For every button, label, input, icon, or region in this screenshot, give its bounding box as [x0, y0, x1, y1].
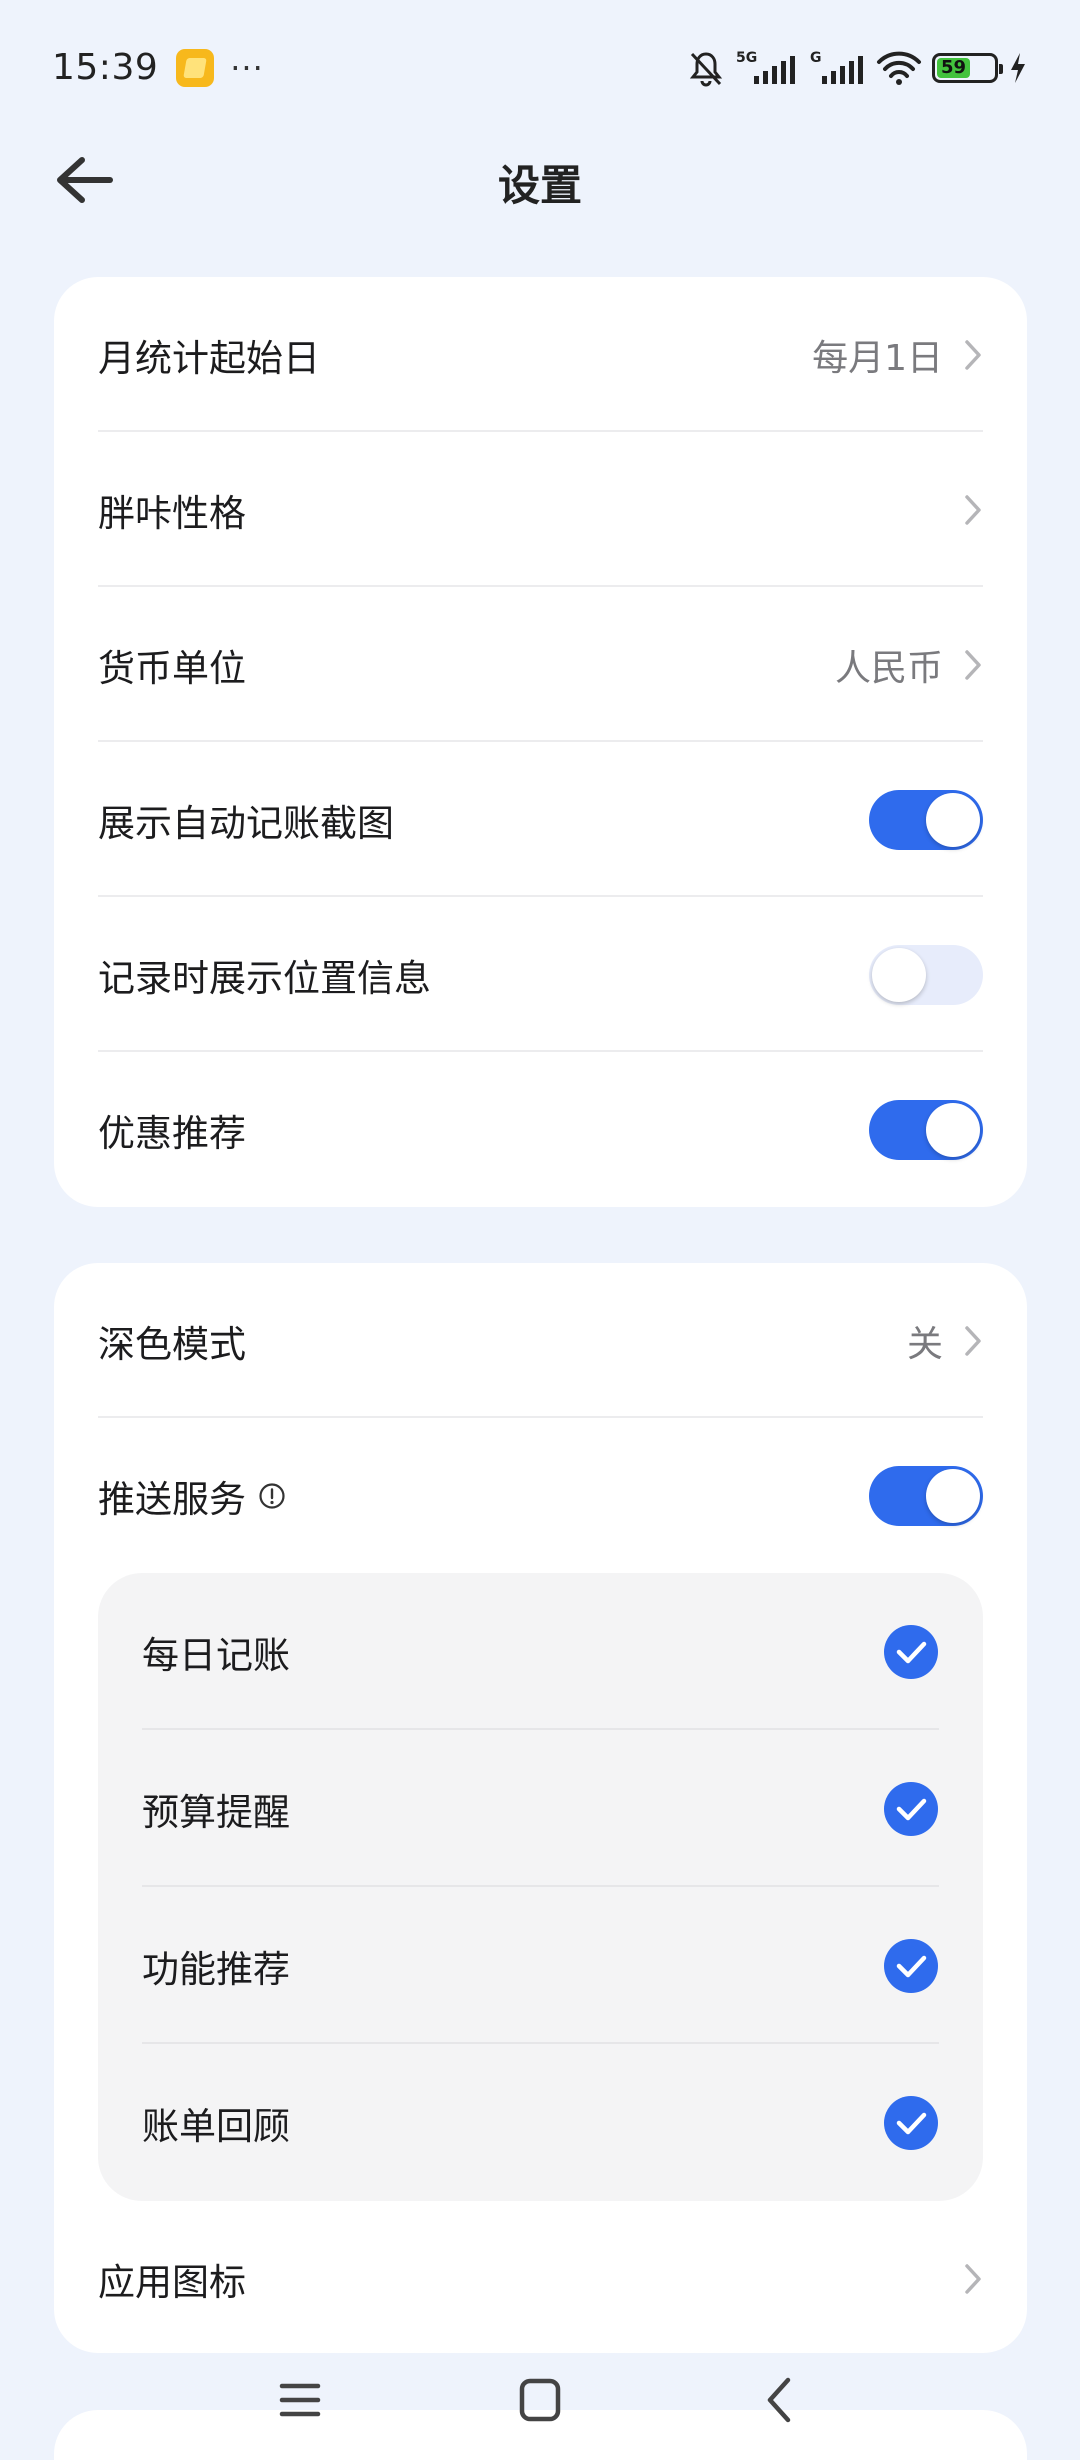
push-option-budget[interactable]: 预算提醒 [142, 1730, 939, 1887]
system-nav-bar [0, 2350, 1080, 2450]
check-circle-icon[interactable] [883, 2095, 939, 2151]
auto-screenshot-row: 展示自动记账截图 [98, 742, 983, 897]
home-icon[interactable] [510, 2370, 570, 2430]
menu-icon[interactable] [270, 2370, 330, 2430]
promotion-row: 优惠推荐 [98, 1052, 983, 1207]
dark-mode-label: 深色模式 [98, 1322, 246, 1366]
check-circle-icon[interactable] [883, 1781, 939, 1837]
location-info-toggle[interactable] [869, 944, 983, 1005]
push-option-label: 每日记账 [142, 1633, 290, 1677]
chevron-right-icon [965, 649, 981, 680]
status-time: 15:39 [52, 47, 159, 88]
promotion-toggle[interactable] [869, 1099, 983, 1160]
more-notifications-icon: ··· [230, 48, 264, 87]
push-option-label: 预算提醒 [142, 1790, 290, 1834]
auto-screenshot-label: 展示自动记账截图 [98, 801, 394, 845]
wifi-icon [877, 51, 921, 85]
display-notification-card: 深色模式 关 推送服务 每日记账 预算提醒 功能推荐 账单回顾 应用图标 [54, 1263, 1027, 2353]
push-option-label: 功能推荐 [142, 1947, 290, 1991]
notes-app-icon [176, 48, 215, 87]
month-start-day-row[interactable]: 月统计起始日 每月1日 [98, 277, 983, 432]
mute-bell-icon [689, 51, 723, 86]
battery-level: 59 [937, 57, 971, 78]
currency-unit-row[interactable]: 货币单位 人民币 [98, 587, 983, 742]
chevron-right-icon [965, 1325, 981, 1356]
dark-mode-row[interactable]: 深色模式 关 [98, 1263, 983, 1418]
app-icon-label: 应用图标 [98, 2260, 246, 2304]
push-option-feature[interactable]: 功能推荐 [142, 1887, 939, 2044]
push-service-toggle[interactable] [869, 1465, 983, 1526]
push-service-row: 推送服务 [98, 1418, 983, 1573]
push-options-panel: 每日记账 预算提醒 功能推荐 账单回顾 [98, 1573, 983, 2201]
header: 设置 [0, 130, 1080, 230]
check-circle-icon[interactable] [883, 1938, 939, 1994]
location-info-label: 记录时展示位置信息 [98, 956, 431, 1000]
app-icon-row[interactable]: 应用图标 [98, 2201, 983, 2353]
location-info-row: 记录时展示位置信息 [98, 897, 983, 1052]
charging-icon [1011, 52, 1025, 83]
page-title: 设置 [497, 161, 582, 210]
push-option-review[interactable]: 账单回顾 [142, 2044, 939, 2201]
personality-label: 胖咔性格 [98, 491, 246, 535]
push-option-daily[interactable]: 每日记账 [142, 1573, 939, 1730]
chevron-right-icon [965, 494, 981, 525]
personality-row[interactable]: 胖咔性格 [98, 432, 983, 587]
push-service-label: 推送服务 [98, 1477, 246, 1521]
currency-unit-label: 货币单位 [98, 646, 246, 690]
push-option-label: 账单回顾 [142, 2104, 290, 2148]
auto-screenshot-toggle[interactable] [869, 789, 983, 850]
signal-5g-icon: 5G [736, 50, 795, 84]
month-start-day-value: 每月1日 [812, 337, 943, 379]
chevron-right-icon [965, 339, 981, 370]
back-nav-icon[interactable] [750, 2370, 810, 2430]
check-circle-icon[interactable] [883, 1624, 939, 1680]
dark-mode-value: 关 [906, 1323, 943, 1365]
signal-5g-label: 5G [736, 50, 757, 66]
currency-unit-value: 人民币 [834, 647, 943, 689]
signal-g-icon: G [810, 50, 863, 84]
status-bar: 15:39 ··· 5G G 59 [0, 0, 1080, 135]
month-start-day-label: 月统计起始日 [98, 336, 320, 380]
signal-g-label: G [810, 50, 822, 66]
info-circle-icon[interactable] [258, 1482, 286, 1510]
promotion-label: 优惠推荐 [98, 1111, 246, 1155]
general-settings-card: 月统计起始日 每月1日 胖咔性格 货币单位 人民币 展示自动记账截图 记录时展示… [54, 277, 1027, 1207]
battery-icon: 59 [932, 52, 1003, 83]
chevron-right-icon [965, 2263, 981, 2294]
